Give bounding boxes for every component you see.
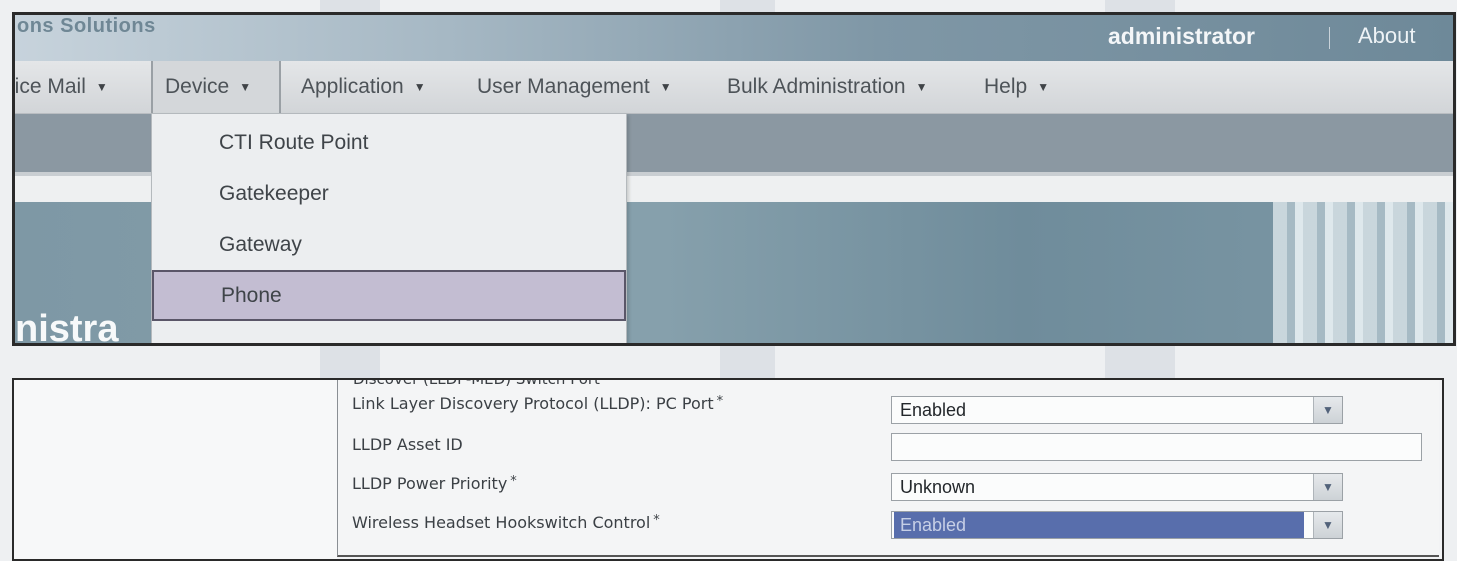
dropdown-item-phone[interactable]: Phone (152, 270, 626, 321)
phone-config-panel: Discover (LLDP-MED) Switch Port Link Lay… (12, 378, 1444, 561)
menu-user-management[interactable]: User Management ▼ (477, 61, 672, 113)
chevron-down-icon: ▼ (659, 80, 672, 95)
panel-left-margin (14, 380, 337, 559)
label-text: Link Layer Discovery Protocol (LLDP): PC… (352, 394, 714, 413)
chevron-down-icon[interactable]: ▼ (1313, 397, 1342, 423)
logged-in-user: administrator (1108, 23, 1255, 49)
menu-device-label: Device (165, 75, 230, 98)
device-dropdown-menu: CTI Route Point Gatekeeper Gateway Phone (151, 113, 627, 343)
menu-application-label: Application (301, 75, 404, 98)
label-text: LLDP Power Priority (352, 474, 508, 493)
menu-voice-mail-label: pice Mail (14, 75, 86, 98)
header-separator (1329, 27, 1330, 49)
select-lldp-power-priority[interactable]: Unknown ▼ (891, 473, 1343, 501)
chevron-down-icon[interactable]: ▼ (1313, 512, 1342, 538)
field-label-wireless-headset-hookswitch: Wireless Headset Hookswitch Control * (352, 513, 660, 532)
section-title: Discover (LLDP-MED) Switch Port (353, 378, 600, 388)
chevron-down-icon: ▼ (1037, 80, 1050, 95)
chevron-down-icon: ▼ (413, 80, 426, 95)
dropdown-item-gateway[interactable]: Gateway (152, 219, 626, 270)
menu-application[interactable]: Application ▼ (301, 61, 426, 113)
menu-bulk-administration-label: Bulk Administration (727, 75, 906, 98)
banner-image (1273, 202, 1453, 343)
menu-help[interactable]: Help ▼ (984, 61, 1049, 113)
menu-bulk-administration[interactable]: Bulk Administration ▼ (727, 61, 927, 113)
select-lldp-pc-port[interactable]: Enabled ▼ (891, 396, 1343, 424)
required-asterisk: * (716, 394, 724, 409)
main-menu-bar: pice Mail ▼ Device ▼ Application ▼ User Man… (15, 61, 1453, 114)
chevron-down-icon[interactable]: ▼ (1313, 474, 1342, 500)
label-text: Wireless Headset Hookswitch Control (352, 513, 651, 532)
menu-help-label: Help (984, 75, 1028, 98)
field-label-lldp-power-priority: LLDP Power Priority * (352, 474, 517, 493)
menu-user-management-label: User Management (477, 75, 650, 98)
menu-voice-mail[interactable]: pice Mail ▼ (14, 61, 108, 113)
required-asterisk: * (510, 474, 517, 489)
field-label-lldp-asset-id: LLDP Asset ID (352, 435, 463, 454)
about-link[interactable]: About (1358, 23, 1416, 49)
cucm-header-panel: ons Solutions administrator About pice M… (12, 12, 1456, 346)
select-value: Unknown (900, 477, 976, 497)
required-asterisk: * (653, 513, 660, 528)
input-lldp-asset-id[interactable] (891, 433, 1422, 461)
field-label-lldp-pc-port: Link Layer Discovery Protocol (LLDP): PC… (352, 394, 723, 413)
select-value: Enabled (900, 400, 967, 420)
chevron-down-icon: ▼ (915, 80, 928, 95)
dropdown-item-gatekeeper[interactable]: Gatekeeper (152, 168, 626, 219)
select-value: Enabled (894, 512, 1304, 538)
lldp-settings-form: Discover (LLDP-MED) Switch Port Link Lay… (337, 380, 1439, 557)
brand-bar: ons Solutions administrator About (15, 15, 1453, 61)
banner-title: nistra (15, 308, 119, 346)
menu-device[interactable]: Device ▼ (151, 61, 281, 113)
chevron-down-icon: ▼ (95, 80, 108, 95)
chevron-down-icon: ▼ (239, 80, 252, 95)
dropdown-item-cti-route-point[interactable]: CTI Route Point (152, 117, 626, 168)
brand-title: ons Solutions (17, 15, 156, 37)
select-wireless-headset-hookswitch[interactable]: Enabled ▼ (891, 511, 1343, 539)
